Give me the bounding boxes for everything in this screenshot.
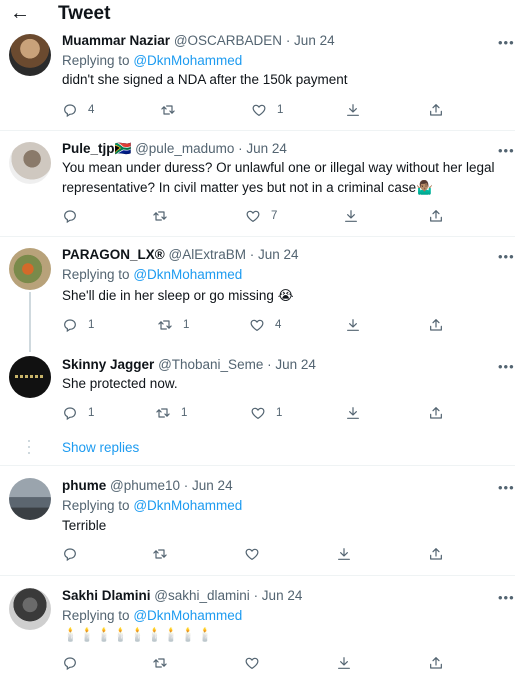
tweet-reply[interactable]: Sakhi Dlamini @sakhi_dlamini · Jun 24 ••…	[0, 0, 515, 679]
like-icon	[244, 655, 260, 671]
share-button[interactable]	[428, 653, 444, 673]
tweet-text: 🕯️🕯️🕯️🕯️🕯️🕯️🕯️🕯️🕯️	[62, 627, 214, 642]
action-bar	[0, 653, 515, 673]
replying-to: Replying to @DknMohammed	[62, 607, 242, 625]
replying-prefix: Replying to	[62, 608, 130, 623]
download-icon	[336, 655, 352, 671]
reply-icon	[62, 655, 78, 671]
page-title: Tweet	[58, 3, 111, 24]
more-icon[interactable]: •••	[498, 591, 515, 604]
timestamp[interactable]: · Jun 24	[254, 588, 303, 603]
like-button[interactable]	[244, 653, 270, 673]
handle[interactable]: @sakhi_dlamini	[154, 588, 250, 603]
avatar[interactable]	[9, 588, 51, 630]
tweet-header: Sakhi Dlamini @sakhi_dlamini · Jun 24	[62, 587, 302, 605]
mention-link[interactable]: @DknMohammed	[133, 608, 242, 623]
retweet-icon	[152, 655, 168, 671]
reply-button[interactable]	[62, 653, 88, 673]
retweet-button[interactable]	[152, 653, 178, 673]
share-icon	[428, 655, 444, 671]
download-button[interactable]	[336, 653, 352, 673]
top-bar: ← Tweet	[0, 0, 515, 28]
back-arrow-icon[interactable]: ←	[10, 3, 30, 23]
display-name[interactable]: Sakhi Dlamini	[62, 588, 151, 603]
